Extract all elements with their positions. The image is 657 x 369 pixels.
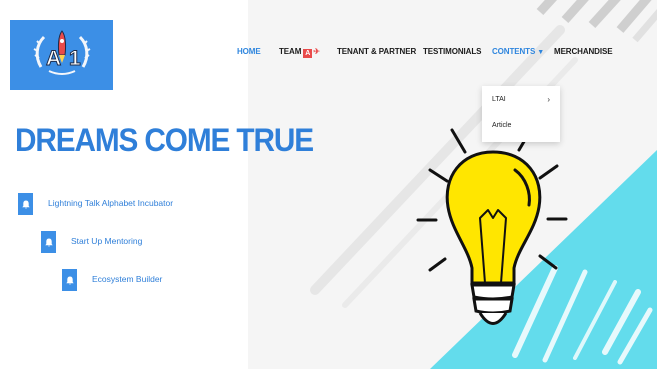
chevron-right-icon: › bbox=[547, 95, 550, 104]
nav-team-label: TEAM bbox=[279, 47, 302, 56]
feature-item: Ecosystem Builder bbox=[62, 269, 222, 291]
hero-headline: DREAMS COME TRUE bbox=[15, 122, 314, 158]
nav-merchandise[interactable]: MERCHANDISE bbox=[554, 46, 613, 58]
nav-tenant-partner[interactable]: TENANT & PARTNER bbox=[337, 46, 416, 58]
feature-item: Lightning Talk Alphabet Incubator bbox=[18, 193, 218, 215]
logo-digit: 1 bbox=[69, 47, 81, 70]
bell-icon bbox=[62, 269, 77, 291]
bell-icon bbox=[18, 193, 33, 215]
team-badge-icon: A bbox=[303, 49, 313, 58]
bell-icon bbox=[41, 231, 56, 253]
feature-item: Start Up Mentoring bbox=[41, 231, 211, 253]
feature-label: Lightning Talk Alphabet Incubator bbox=[48, 198, 174, 208]
logo-letter: A bbox=[46, 47, 61, 70]
site-logo[interactable]: A 1 bbox=[10, 20, 113, 90]
nav-contents[interactable]: CONTENTS ▼ bbox=[492, 46, 544, 59]
contents-dropdown: LTAI › Article bbox=[482, 86, 560, 142]
nav-home[interactable]: HOME bbox=[237, 46, 261, 58]
dropdown-item-article[interactable]: Article bbox=[492, 122, 511, 129]
nav-testimonials[interactable]: TESTIMONIALS bbox=[423, 46, 481, 58]
logo-emblem-icon: A 1 bbox=[33, 30, 90, 75]
feature-label: Start Up Mentoring bbox=[71, 236, 143, 246]
dropdown-item-ltai[interactable]: LTAI bbox=[492, 96, 506, 103]
nav-team[interactable]: TEAM A ✈ bbox=[279, 46, 320, 58]
caret-down-icon: ▼ bbox=[537, 49, 545, 56]
rocket-icon: ✈ bbox=[313, 47, 320, 56]
nav-contents-label: CONTENTS bbox=[492, 47, 536, 56]
feature-label: Ecosystem Builder bbox=[92, 274, 163, 284]
